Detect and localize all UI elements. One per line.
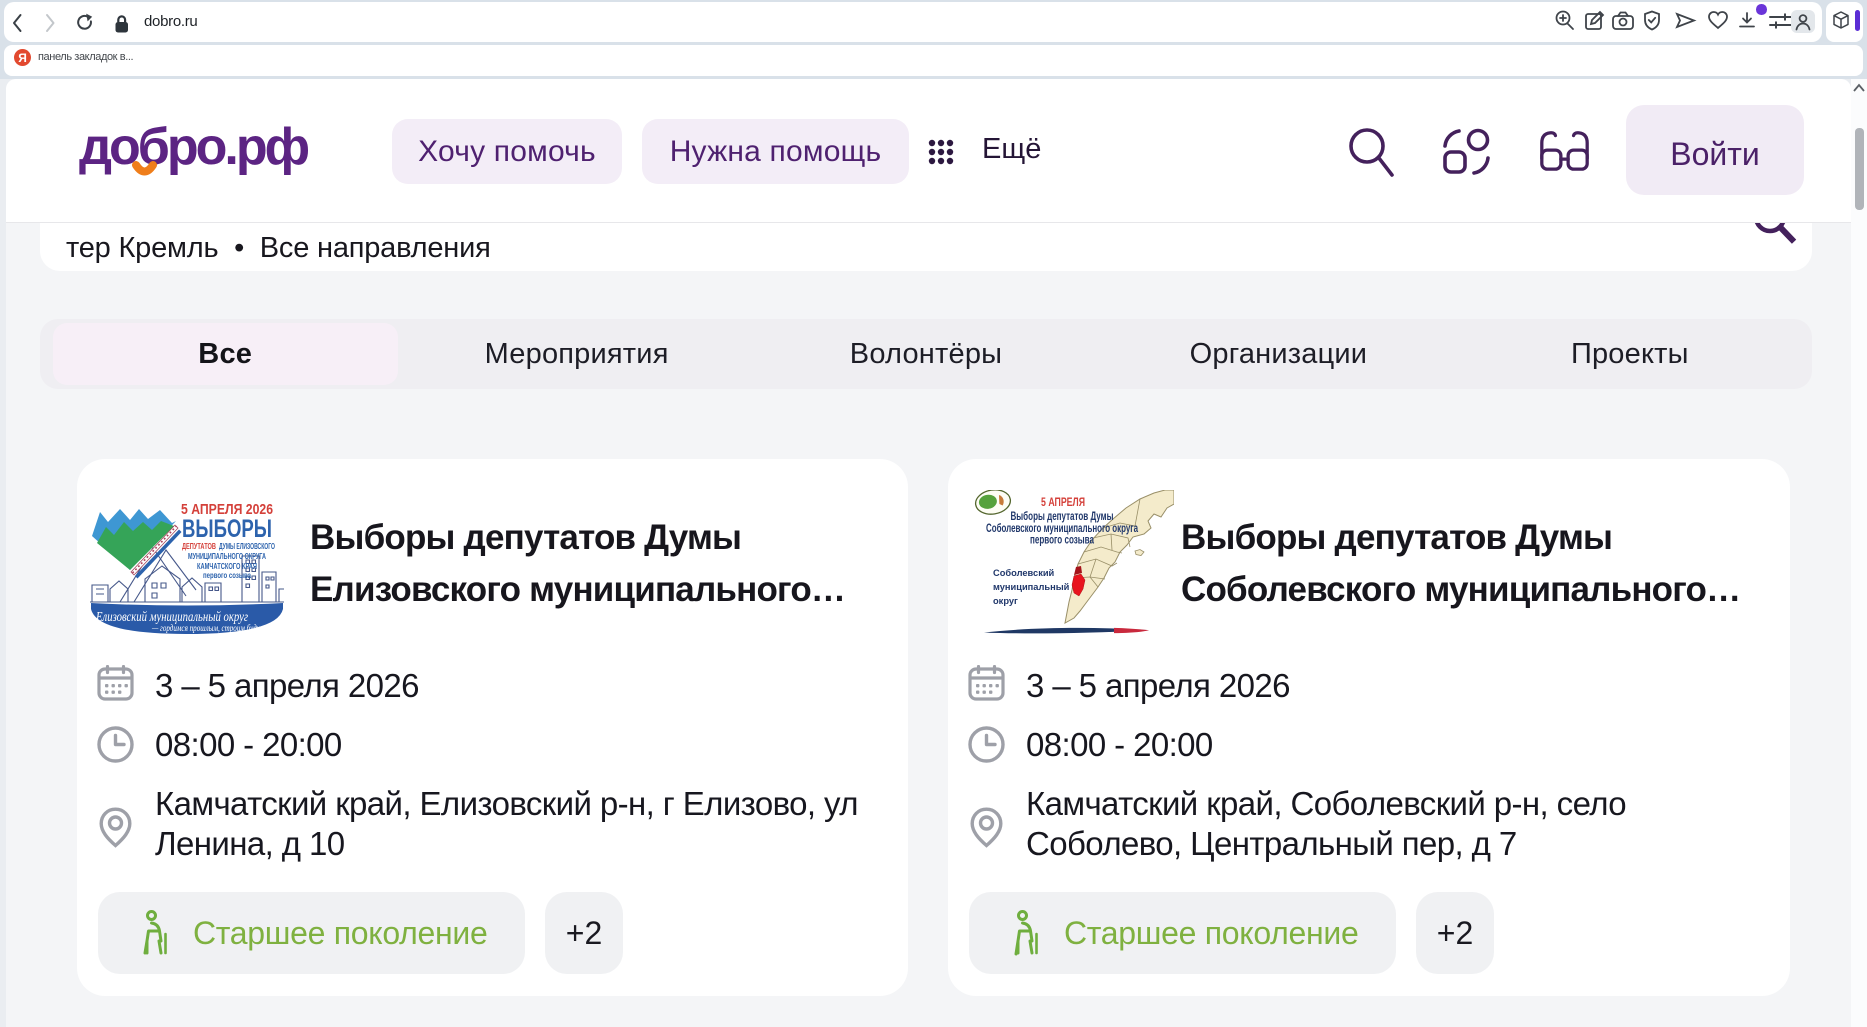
- svg-text:— гордимся прошлым, строим буд: — гордимся прошлым, строим будущее!: [151, 623, 274, 633]
- svg-text:ВЫБОРЫ: ВЫБОРЫ: [182, 515, 272, 543]
- svg-text:Соболевский: Соболевский: [993, 568, 1055, 578]
- svg-text:ДУМЫ ЕЛИЗОВСКОГО: ДУМЫ ЕЛИЗОВСКОГО: [219, 542, 275, 551]
- svg-text:КАМЧАТСКОГО КРАЯ: КАМЧАТСКОГО КРАЯ: [197, 562, 257, 571]
- svg-text:ДЕПУТАТОВ: ДЕПУТАТОВ: [182, 542, 216, 551]
- svg-text:округ: округ: [993, 596, 1018, 606]
- svg-text:5 АПРЕЛЯ: 5 АПРЕЛЯ: [1041, 495, 1085, 509]
- svg-text:муниципальный: муниципальный: [993, 582, 1070, 592]
- svg-text:первого созыва: первого созыва: [1030, 533, 1094, 547]
- svg-text:первого созыва: первого созыва: [203, 571, 251, 580]
- svg-text:МУНИЦИПАЛЬНОГО ОКРУГА: МУНИЦИПАЛЬНОГО ОКРУГА: [188, 552, 266, 561]
